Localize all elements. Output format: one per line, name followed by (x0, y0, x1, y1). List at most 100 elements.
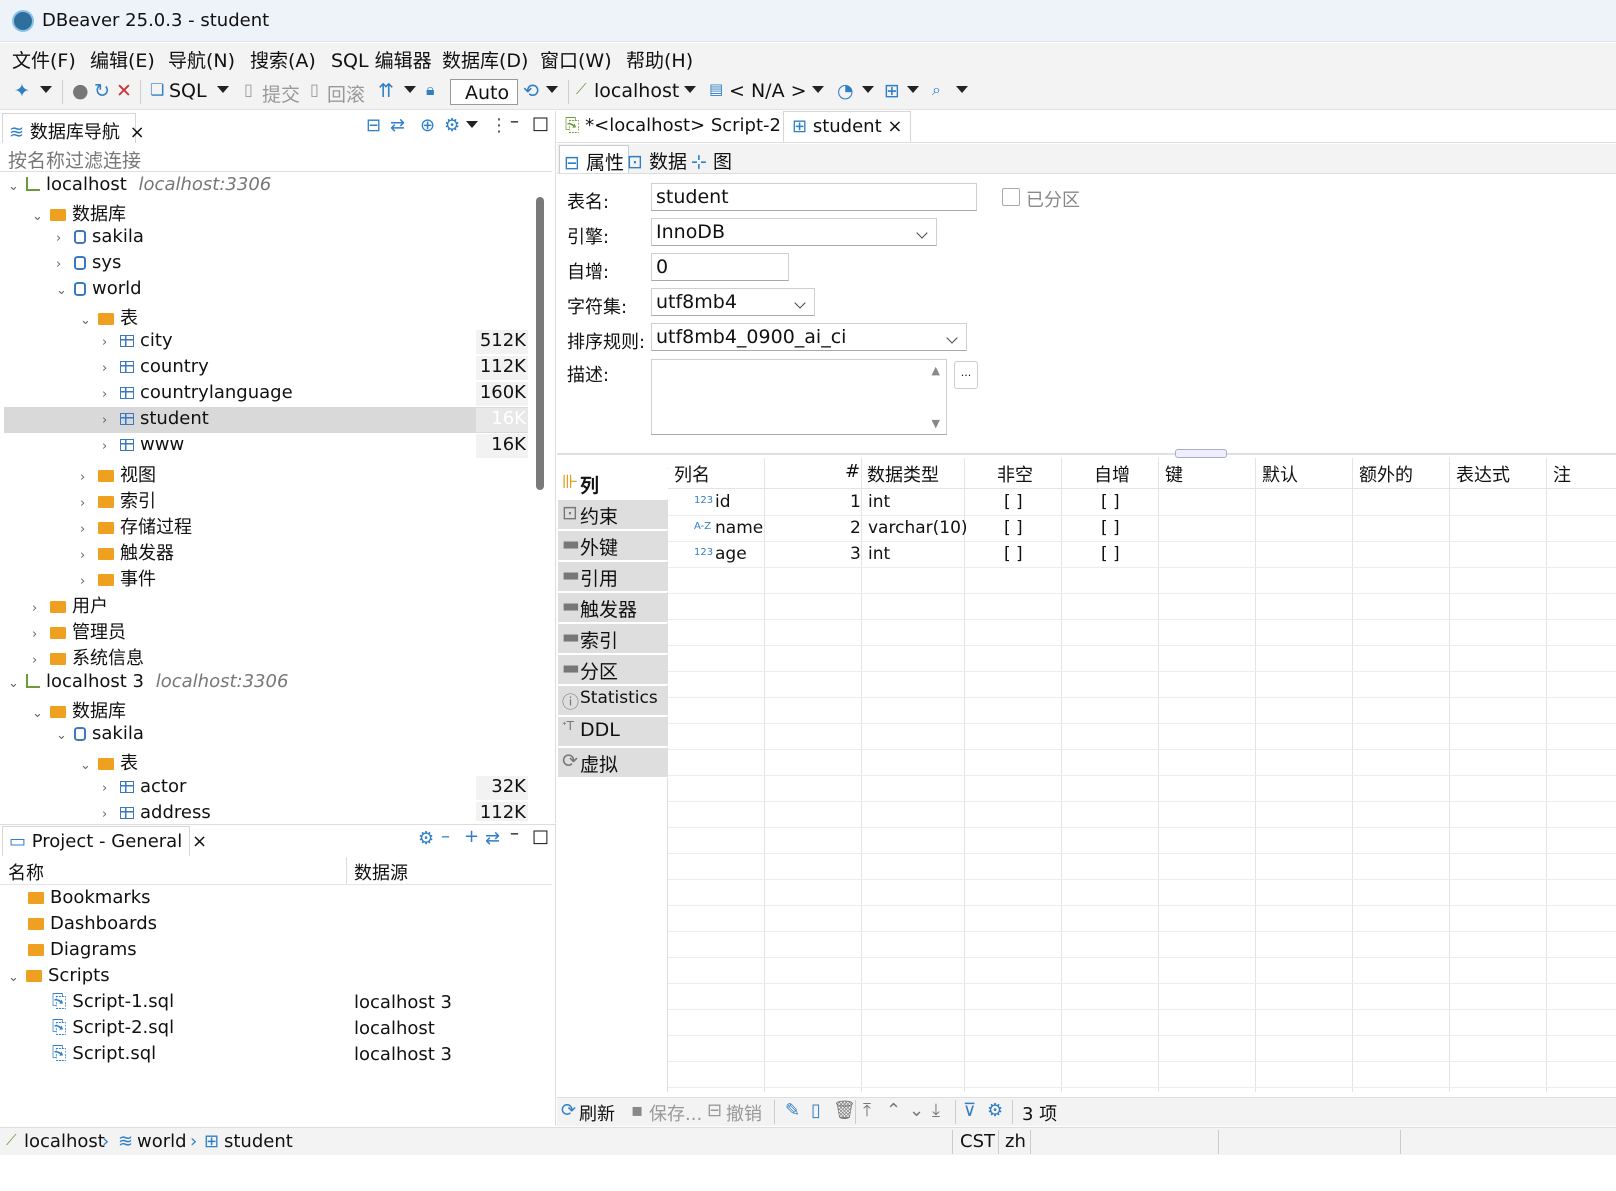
chevron-right-icon[interactable]: › (32, 627, 42, 642)
tree-node-localhost3[interactable]: ⌄ localhost 3 localhost:3306 (8, 671, 288, 697)
commit-button[interactable]: 提交 (262, 80, 300, 107)
dashboard-icon[interactable]: ◔ (837, 80, 854, 102)
active-connection[interactable]: localhost (594, 80, 679, 102)
move-down-icon[interactable]: ⌄ (909, 1100, 924, 1121)
chevron-down-icon[interactable] (684, 86, 696, 93)
tree-node-views[interactable]: › 视图 (80, 461, 156, 487)
cell-notnull[interactable]: [ ] (1004, 492, 1023, 512)
project-item-scripts[interactable]: ⌄ Scripts (8, 965, 110, 991)
erd-icon[interactable]: ⊞ (884, 80, 900, 102)
tree-node-www[interactable]: › www (102, 434, 184, 460)
chevron-right-icon[interactable]: › (80, 470, 90, 485)
rollback-button[interactable]: 回滚 (327, 80, 365, 107)
chevron-right-icon[interactable]: › (102, 361, 112, 376)
connect-icon[interactable]: ● (72, 80, 89, 102)
col-header-default[interactable]: 默认 (1262, 461, 1298, 487)
col-name-header[interactable]: 名称 (8, 859, 44, 885)
tree-node-sysinfo[interactable]: › 系统信息 (32, 644, 144, 670)
chevron-down-icon[interactable] (546, 86, 558, 93)
gear-icon[interactable]: ⚙ (418, 828, 434, 849)
collapse-icon[interactable]: – (441, 826, 450, 847)
close-icon[interactable]: × (130, 122, 145, 143)
chevron-down-icon[interactable]: ⌄ (32, 706, 43, 721)
sidetab-partitions[interactable]: ▬ 分区 (558, 655, 668, 685)
subtab-properties[interactable]: ⊟ 属性 (559, 145, 629, 174)
tree-node-procedures[interactable]: › 存储过程 (80, 513, 192, 539)
menu-help[interactable]: 帮助(H) (626, 46, 693, 73)
chevron-right-icon[interactable]: › (32, 653, 42, 668)
reconnect-icon[interactable]: ↻ (94, 80, 110, 102)
menu-database[interactable]: 数据库(D) (442, 46, 528, 73)
breadcrumb-student[interactable]: student (224, 1131, 293, 1152)
collation-select[interactable]: utf8mb4_0900_ai_ci (651, 323, 967, 351)
subtab-diagram[interactable]: ⊹ 图 (687, 145, 736, 173)
scroll-up-icon[interactable]: ▲ (932, 364, 940, 377)
move-bottom-icon[interactable]: ⤓ (932, 1100, 940, 1121)
chevron-down-icon[interactable] (812, 86, 824, 93)
chevron-down-icon[interactable] (907, 86, 919, 93)
chevron-down-icon[interactable]: ⌄ (80, 313, 91, 328)
tab-script-2[interactable]: ⎘ *<localhost> Script-2 (557, 111, 789, 142)
col-header-autoinc[interactable]: 自增 (1094, 461, 1130, 487)
chevron-right-icon[interactable]: › (80, 574, 90, 589)
view-menu-icon[interactable]: ⋮ (490, 115, 508, 136)
lock-icon[interactable]: 🔒︎ (426, 80, 435, 100)
search-icon[interactable]: ⌕ (932, 80, 941, 100)
tree-node-actor[interactable]: › actor (102, 776, 186, 802)
chevron-down-icon[interactable]: ⌄ (8, 970, 19, 985)
project-item-script-1[interactable]: ⎘ Script-1.sql (52, 991, 174, 1017)
tree-node-databases-2[interactable]: ⌄ 数据库 (32, 697, 126, 723)
move-top-icon[interactable]: ⤒ (863, 1100, 871, 1121)
menu-file[interactable]: 文件(F) (12, 46, 76, 73)
maximize-icon[interactable]: □ (532, 113, 549, 134)
link-editor-icon[interactable]: ⇄ (390, 115, 405, 136)
chevron-right-icon[interactable]: › (102, 335, 112, 350)
tree-node-triggers[interactable]: › 触发器 (80, 539, 174, 565)
revert-button[interactable]: 撤销 (726, 1100, 762, 1126)
chevron-down-icon[interactable]: ⌄ (56, 283, 67, 298)
chevron-right-icon[interactable]: › (80, 522, 90, 537)
active-schema[interactable]: < N/A > (729, 80, 807, 102)
table-row[interactable]: 123 id 1 int [ ] [ ] (668, 490, 1616, 515)
tree-node-sakila[interactable]: › sakila (56, 226, 144, 252)
project-item-script[interactable]: ⎘ Script.sql (52, 1043, 156, 1069)
tree-node-sakila-2[interactable]: ⌄ sakila (56, 723, 144, 749)
menu-navigate[interactable]: 导航(N) (168, 46, 235, 73)
link-icon[interactable]: ⇄ (485, 828, 500, 849)
cell-autoinc[interactable]: [ ] (1101, 544, 1120, 564)
edit-icon[interactable]: ✎ (785, 1100, 800, 1121)
subtab-data[interactable]: ⊡ 数据 (623, 145, 691, 173)
chevron-down-icon[interactable] (217, 86, 229, 93)
add-icon[interactable]: + (464, 826, 479, 847)
sql-button[interactable]: SQL (169, 80, 207, 102)
tab-database-navigator[interactable]: ≋ 数据库导航 × (2, 113, 145, 143)
tree-node-address[interactable]: › address (102, 802, 211, 821)
tab-project-general[interactable]: ▭ Project - General × (2, 826, 207, 856)
tree-node-city[interactable]: › city (102, 330, 173, 356)
col-header-extra[interactable]: 额外的 (1359, 461, 1413, 487)
col-header-key[interactable]: 键 (1165, 461, 1183, 487)
tree-node-events[interactable]: › 事件 (80, 565, 156, 591)
autoinc-input[interactable]: 0 (651, 253, 789, 281)
transaction-mode-icon[interactable]: ⇈ (378, 80, 394, 102)
delete-icon[interactable]: 🗑︎ (833, 1100, 856, 1121)
add-column-icon[interactable]: ▯ (811, 1100, 821, 1121)
cell-autoinc[interactable]: [ ] (1101, 518, 1120, 538)
table-name-input[interactable]: student (651, 183, 977, 211)
filter-config-icon[interactable]: ⚙ (444, 115, 460, 136)
chevron-down-icon[interactable]: ⌄ (32, 209, 43, 224)
chevron-down-icon[interactable] (40, 86, 52, 93)
chevron-right-icon[interactable]: › (102, 807, 112, 821)
minimize-icon[interactable]: – (510, 111, 519, 132)
partitioned-checkbox[interactable] (1002, 188, 1020, 206)
cell-autoinc[interactable]: [ ] (1101, 492, 1120, 512)
maximize-icon[interactable]: □ (532, 826, 549, 847)
project-item-diagrams[interactable]: Diagrams (28, 939, 137, 965)
menu-window[interactable]: 窗口(W) (540, 46, 612, 73)
table-row[interactable]: A-Z name 2 varchar(10) [ ] [ ] (668, 516, 1616, 541)
project-item-dashboards[interactable]: Dashboards (28, 913, 157, 939)
menu-edit[interactable]: 编辑(E) (90, 46, 155, 73)
tree-node-tables[interactable]: ⌄ 表 (80, 304, 138, 330)
sidetab-virtual[interactable]: ⟳ 虚拟 (558, 748, 668, 778)
close-icon[interactable]: × (192, 831, 207, 852)
